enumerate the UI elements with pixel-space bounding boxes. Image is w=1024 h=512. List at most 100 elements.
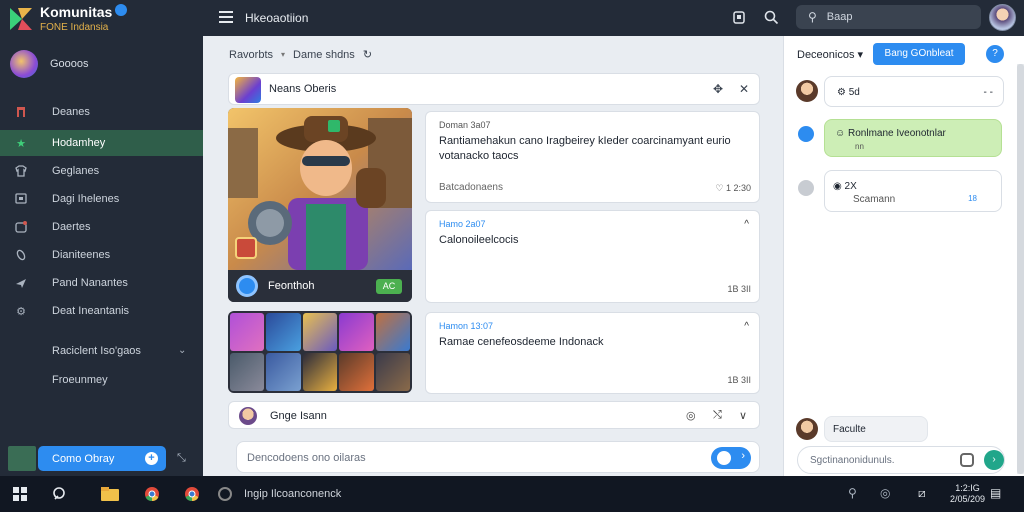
hero-label: Feonthoh: [268, 280, 315, 292]
leaf-icon: [14, 248, 28, 262]
breadcrumb-item[interactable]: Ravorbts: [229, 49, 273, 61]
clock[interactable]: 1:2:IG 2/05/209: [950, 483, 985, 505]
pin-icon[interactable]: ✥: [713, 82, 723, 96]
grid-thumb[interactable]: [266, 313, 301, 351]
chevron-down-icon[interactable]: ∨: [739, 409, 747, 422]
search-input[interactable]: ⚲ Baap: [796, 5, 981, 29]
windows-icon[interactable]: [12, 486, 28, 502]
breadcrumb-item[interactable]: Dame shdns: [293, 49, 355, 61]
grid-thumb[interactable]: [302, 353, 338, 391]
app-window: Komunitas FONE Indansia Goooos Deanes ★ …: [0, 0, 1024, 476]
sidebar: Komunitas FONE Indansia Goooos Deanes ★ …: [0, 0, 203, 476]
hero-tag[interactable]: AC: [376, 279, 402, 294]
sidebar-item-label: Dagi Ihelenes: [52, 193, 120, 205]
sidebar-profile[interactable]: Goooos: [10, 50, 89, 78]
user-avatar[interactable]: [989, 4, 1016, 31]
refresh-icon[interactable]: ↻: [363, 48, 372, 61]
sidebar-item-deanes[interactable]: Deanes: [0, 99, 203, 125]
create-button[interactable]: Como Obray +: [38, 446, 166, 471]
panel-title-text: Deceonicos: [797, 49, 855, 61]
bottom-user-chip[interactable]: Faculte: [824, 416, 928, 442]
taskbar-search[interactable]: Ingip Ilcoanconenck: [218, 482, 368, 506]
grid-thumb[interactable]: [230, 353, 265, 391]
notification-meta: Doman 3a07: [439, 120, 491, 130]
notification-icon[interactable]: [731, 10, 747, 26]
close-icon[interactable]: ✕: [739, 82, 749, 96]
panel-action-button[interactable]: Bang GOnbleat: [873, 43, 965, 65]
post-hero-image[interactable]: Feonthoh AC: [228, 108, 412, 302]
notification-body: Rantiamehakun cano Iragbeirey kIeder coa…: [439, 135, 731, 162]
chevron-up-icon[interactable]: ^: [744, 219, 749, 230]
chat-message[interactable]: ☺ Ronlmane Iveonotnlar nn: [824, 119, 1002, 157]
help-icon[interactable]: ?: [986, 45, 1004, 63]
panel-title[interactable]: Deceonicos ▾: [797, 48, 863, 61]
notification-card[interactable]: Hamo 2a07 ^ Calonoileelcocis 1B 3II: [425, 210, 760, 303]
logo-icon: [10, 7, 32, 30]
home-icon: [14, 105, 28, 119]
message-text: ⚙ 5d: [837, 87, 860, 98]
mic-icon[interactable]: ⚲: [848, 486, 864, 502]
grid-thumb[interactable]: [339, 313, 374, 351]
media-grid[interactable]: [228, 311, 412, 393]
avatar: [796, 80, 818, 102]
chevron-right-icon: ›: [741, 450, 745, 462]
notification-card[interactable]: Hamon 13:07 ^ Ramae cenefeosdeeme Indona…: [425, 312, 760, 394]
post-header: Neans Oberis ✥ ✕: [228, 73, 760, 105]
emoji-icon[interactable]: [960, 453, 974, 467]
hero-caption-bar: Feonthoh AC: [228, 270, 412, 302]
gear-icon: ⚙: [16, 305, 26, 318]
grid-thumb[interactable]: [230, 313, 265, 351]
sidebar-item-label: Daertes: [52, 221, 91, 233]
sidebar-section-item[interactable]: Froeunmey: [52, 374, 108, 386]
grid-thumb[interactable]: [339, 353, 374, 391]
status-square[interactable]: [8, 446, 36, 471]
notification-time: 1B 3II: [727, 375, 751, 385]
chat-message[interactable]: ⚙ 5d - -: [824, 76, 1004, 107]
scrollbar[interactable]: [1017, 64, 1024, 474]
network-icon[interactable]: ◎: [880, 486, 896, 502]
chrome-icon[interactable]: [144, 486, 160, 502]
chrome-icon[interactable]: [184, 486, 200, 502]
avatar: [239, 407, 257, 425]
chat-message[interactable]: ◉ 2X Scamann 18: [824, 170, 1002, 212]
chevron-up-icon[interactable]: ^: [744, 321, 749, 332]
sidebar-item-dagi[interactable]: Dagi Ihelenes: [0, 186, 203, 212]
composer-placeholder: Dencodoens ono oilaras: [247, 452, 366, 464]
action-center-icon[interactable]: ▤: [990, 486, 1006, 502]
commenter-name: Gnge Isann: [270, 410, 327, 422]
sidebar-item-pand[interactable]: Pand Nanantes: [0, 270, 203, 296]
profile-name: Goooos: [50, 58, 89, 70]
send-button[interactable]: ›: [711, 447, 751, 469]
sidebar-item-geglanes[interactable]: Geglanes: [0, 158, 203, 184]
chevron-down-icon[interactable]: ⌄: [178, 345, 186, 356]
sidebar-item-hodamhey[interactable]: ★ Hodamhey: [0, 130, 203, 156]
grid-thumb[interactable]: [302, 313, 338, 351]
grid-thumb[interactable]: [266, 353, 301, 391]
sidebar-item-daertes[interactable]: Daertes: [0, 214, 203, 240]
star-icon: ★: [16, 137, 26, 150]
commenter-row[interactable]: Gnge Isann ◎ ⤭ ∨: [228, 401, 760, 429]
folder-icon[interactable]: [100, 486, 120, 502]
message-extra: - -: [983, 87, 993, 98]
notification-card[interactable]: Doman 3a07 Rantiamehakun cano Iragbeirey…: [425, 111, 760, 203]
sidebar-item-deat[interactable]: ⚙ Deat Ineantanis: [0, 298, 203, 324]
notification-icon[interactable]: ⧄: [918, 486, 934, 502]
grid-thumb[interactable]: [375, 313, 410, 351]
comment-composer[interactable]: Dencodoens ono oilaras ›: [236, 441, 760, 473]
sidebar-item-dianiteenes[interactable]: Dianiteenes: [0, 242, 203, 268]
emoji-icon[interactable]: ◎: [686, 409, 696, 422]
send-icon[interactable]: ›: [984, 450, 1004, 470]
message-sub: Scamann: [853, 194, 896, 205]
notification-time: 1B 3II: [727, 284, 751, 294]
menu-icon[interactable]: [219, 11, 233, 23]
expand-icon[interactable]: ⤡: [177, 452, 186, 465]
scrollbar-thumb[interactable]: [1017, 64, 1024, 474]
sidebar-section-title[interactable]: Raciclent Iso'gaos: [52, 345, 141, 357]
grid-thumb[interactable]: [375, 353, 410, 391]
app-logo[interactable]: Komunitas FONE Indansia: [8, 4, 128, 33]
chat-input[interactable]: Sgctinanonidunuls. ›: [797, 446, 1005, 474]
search-icon[interactable]: [763, 10, 779, 26]
share-icon[interactable]: ⤭: [713, 409, 722, 422]
search-icon[interactable]: [52, 486, 68, 502]
message-text-value: Ronlmane Iveonotnlar: [848, 128, 946, 139]
